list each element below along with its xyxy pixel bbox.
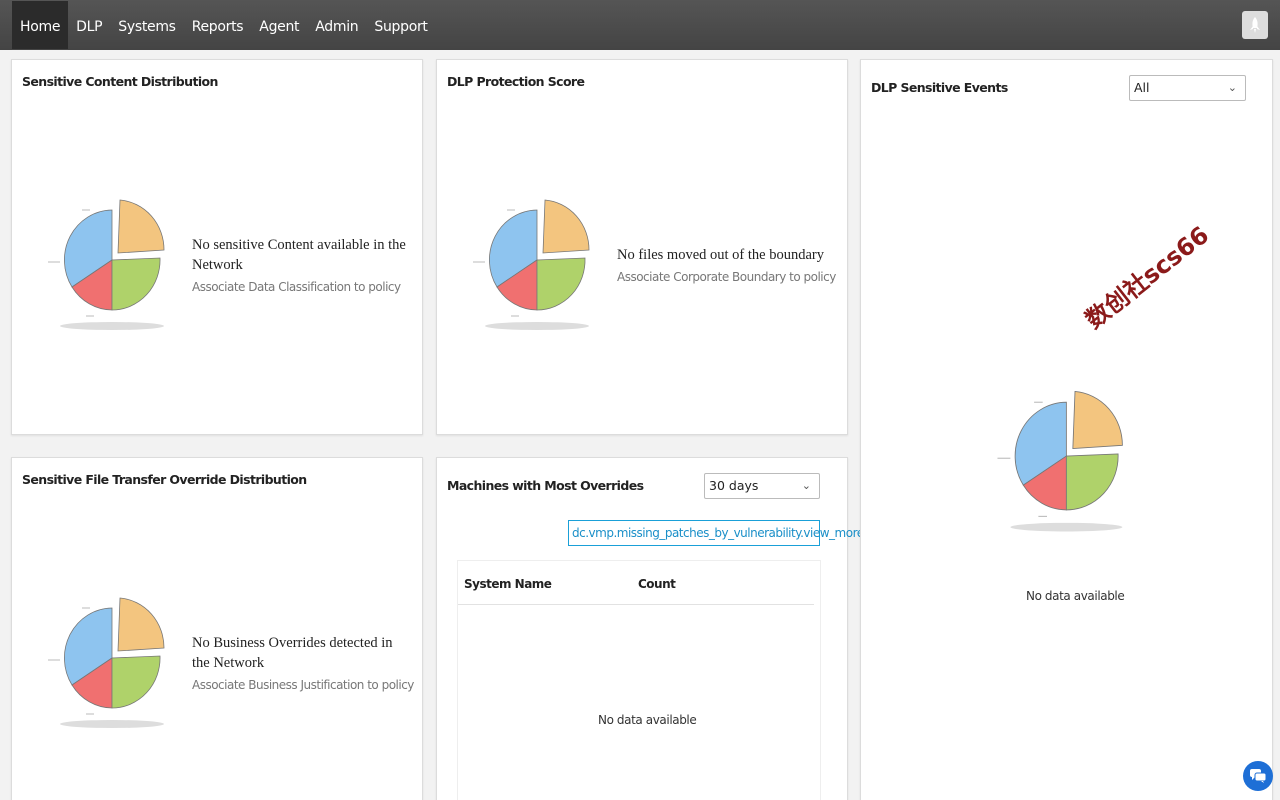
chevron-down-icon: ⌄ (801, 479, 811, 492)
period-value: 30 days (709, 478, 759, 493)
overrides-table: System Name Count No data available (457, 560, 821, 800)
empty-hint: Associate Corporate Boundary to policy (617, 270, 836, 284)
machines-overrides-card: Machines with Most Overrides 30 days ⌄ d… (436, 457, 864, 800)
table-header-divider (458, 604, 814, 605)
nav-reports[interactable]: Reports (184, 1, 252, 49)
empty-hint: Associate Data Classification to policy (192, 280, 401, 294)
filter-value: All (1134, 80, 1150, 95)
nav-dlp[interactable]: DLP (68, 1, 110, 49)
period-select[interactable]: 30 days ⌄ (704, 473, 820, 499)
placeholder-pie-icon (48, 199, 165, 330)
chat-icon[interactable] (1243, 761, 1273, 791)
events-filter-select[interactable]: All ⌄ (1129, 75, 1246, 101)
empty-message: No Business Overrides detected in the Ne… (192, 635, 393, 671)
empty-message: No sensitive Content available in the Ne… (192, 237, 406, 273)
nav-agent[interactable]: Agent (251, 1, 307, 49)
no-data-message: No data available (1026, 589, 1125, 603)
card-title: Machines with Most Overrides (447, 478, 644, 493)
top-navigation: Home DLP Systems Reports Agent Admin Sup… (0, 0, 1280, 50)
column-count[interactable]: Count (638, 577, 676, 591)
override-distribution-card: Sensitive File Transfer Override Distrib… (11, 457, 423, 800)
card-title: Sensitive File Transfer Override Distrib… (22, 472, 307, 487)
nav-support[interactable]: Support (366, 1, 435, 49)
card-title: DLP Sensitive Events (871, 80, 1008, 95)
sensitive-content-card: Sensitive Content Distribution No sensit… (11, 59, 423, 435)
sensitive-events-card: DLP Sensitive Events All ⌄ No data avail… (860, 59, 1273, 800)
no-data-message: No data available (598, 713, 697, 727)
nav-systems[interactable]: Systems (110, 1, 183, 49)
nav-home[interactable]: Home (12, 1, 69, 49)
empty-message: No files moved out of the boundary (617, 247, 824, 263)
placeholder-pie-icon (48, 597, 165, 728)
rocket-icon[interactable] (1242, 11, 1268, 39)
chevron-down-icon: ⌄ (1227, 81, 1237, 94)
card-title: Sensitive Content Distribution (22, 74, 218, 89)
column-system-name[interactable]: System Name (464, 577, 552, 591)
protection-score-card: DLP Protection Score No files moved out … (436, 59, 848, 435)
view-more-button[interactable]: dc.vmp.missing_patches_by_vulnerability.… (568, 520, 864, 546)
card-title: DLP Protection Score (447, 74, 585, 89)
placeholder-pie-icon (997, 390, 1123, 532)
placeholder-pie-icon (473, 199, 590, 330)
empty-hint: Associate Business Justification to poli… (192, 678, 414, 692)
nav-admin[interactable]: Admin (307, 1, 366, 49)
